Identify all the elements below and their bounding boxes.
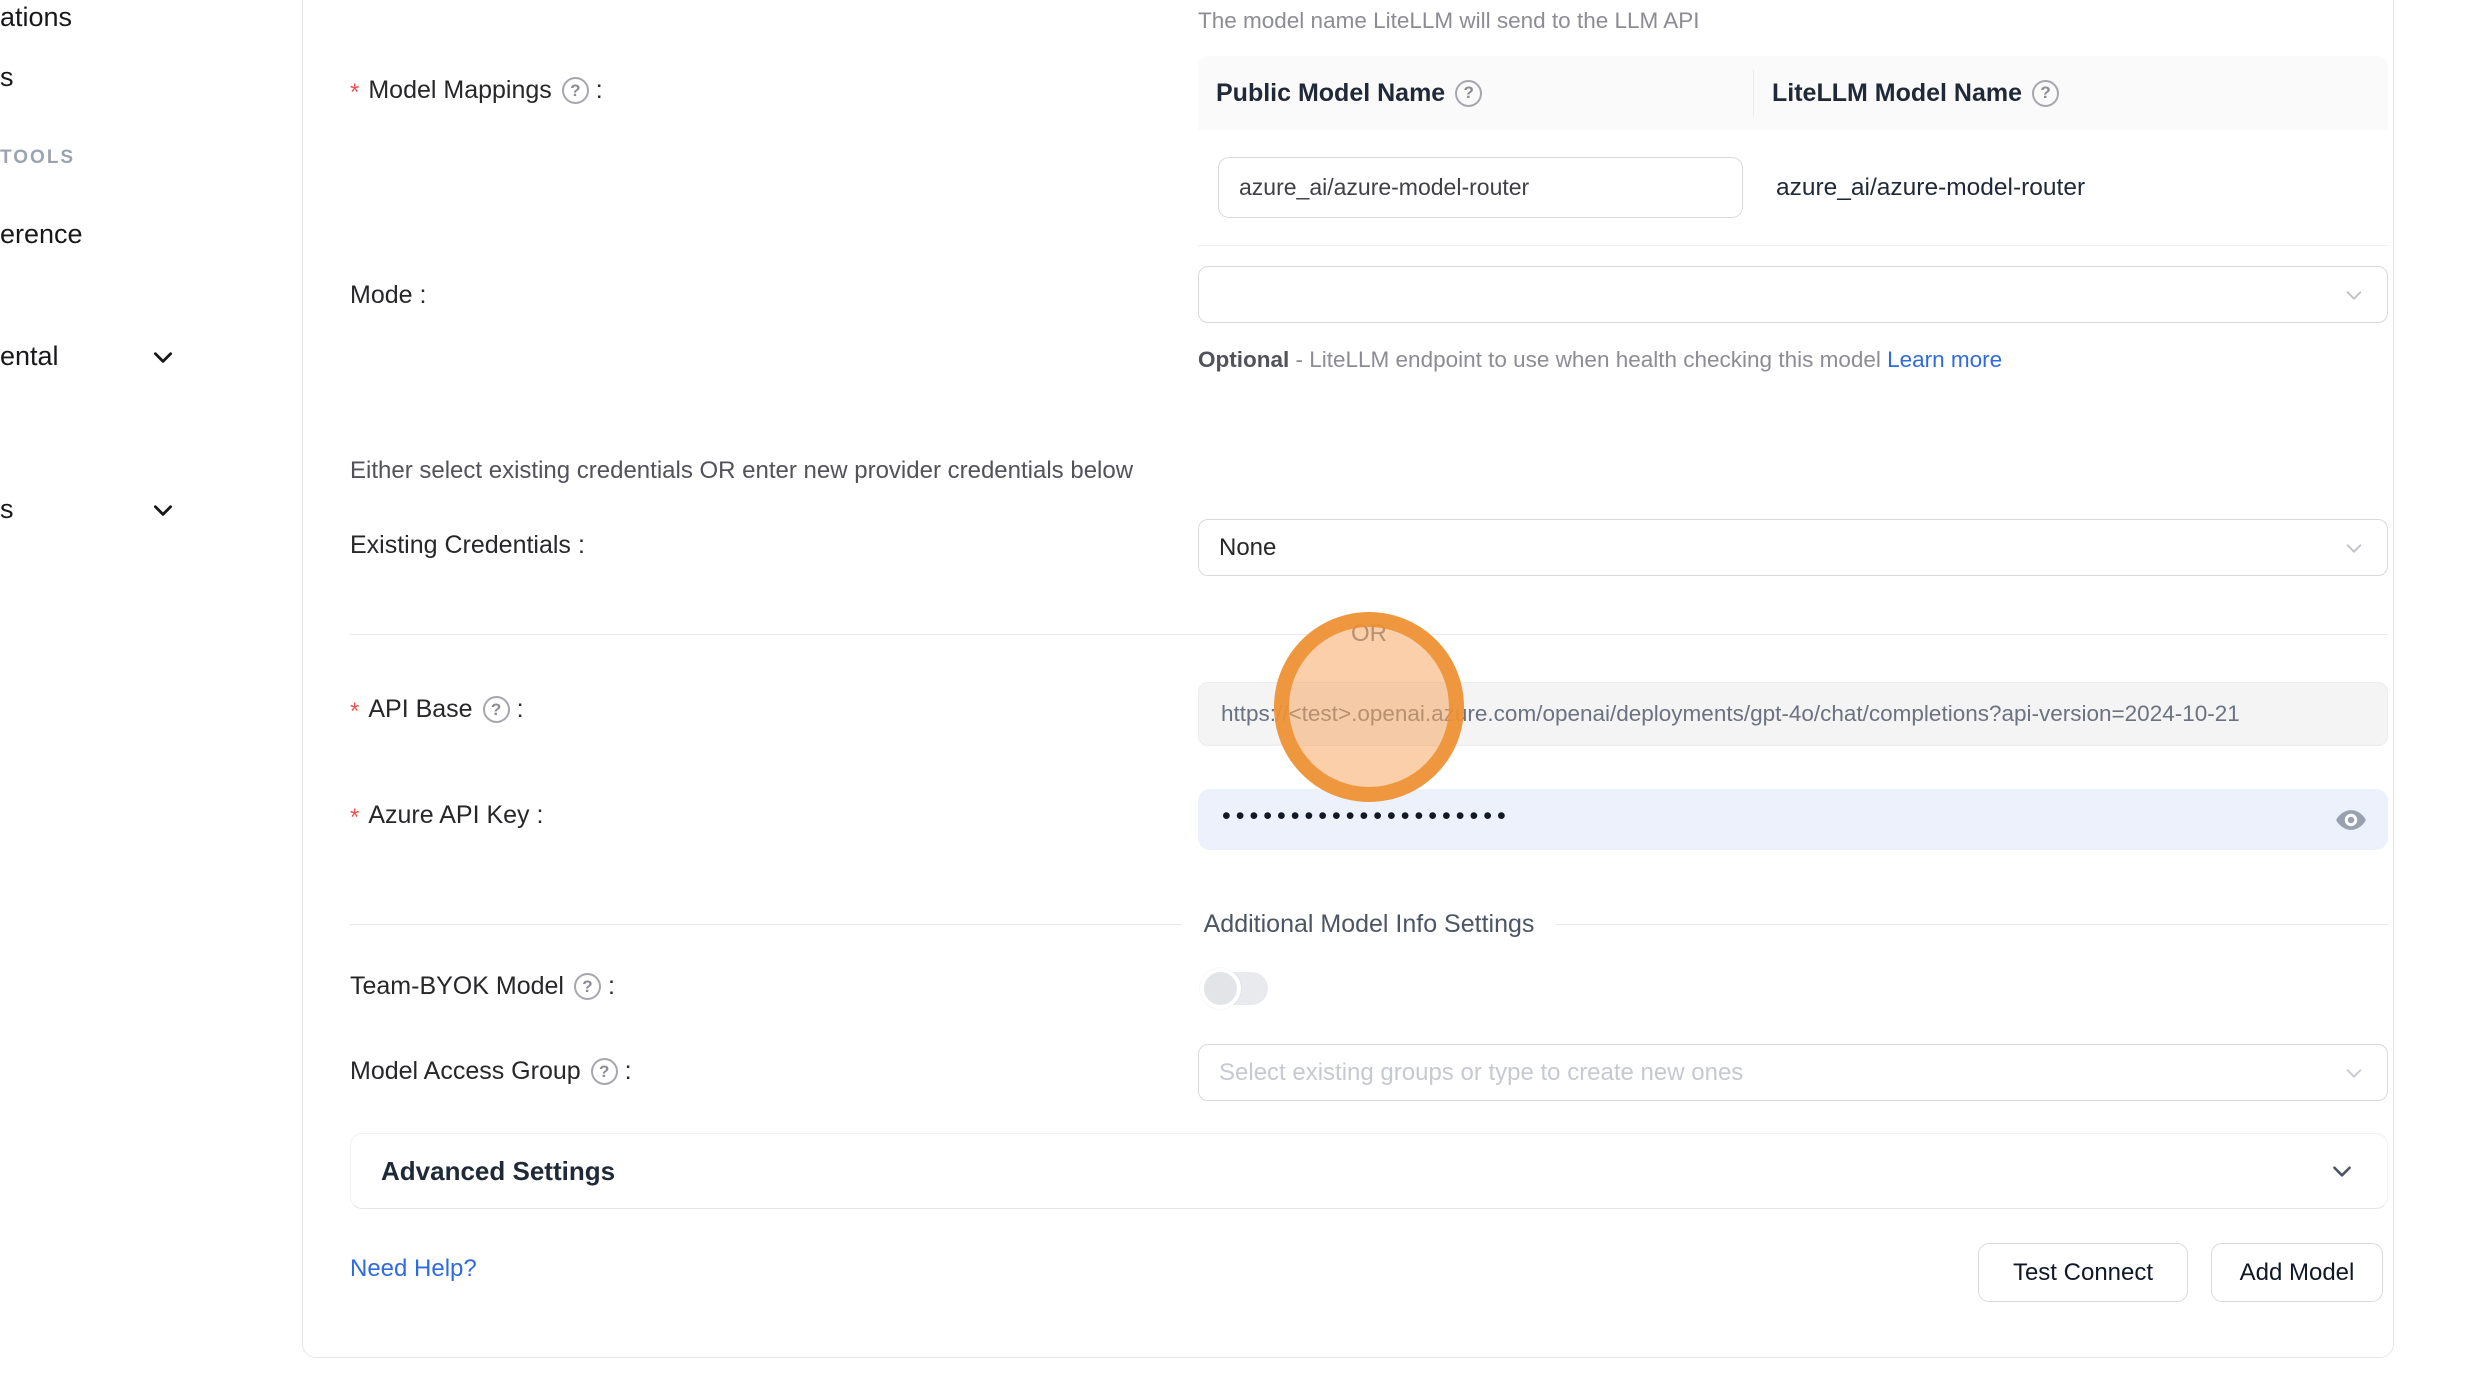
existing-credentials-value: None xyxy=(1219,534,1276,562)
azure-api-key-label: * Azure API Key : xyxy=(350,801,544,830)
learn-more-link[interactable]: Learn more xyxy=(1887,347,2002,372)
additional-settings-divider: Additional Model Info Settings xyxy=(350,910,2388,939)
help-icon[interactable]: ? xyxy=(574,973,601,1000)
required-mark: * xyxy=(350,698,359,726)
help-icon[interactable]: ? xyxy=(1455,80,1482,107)
or-divider-text: OR xyxy=(1329,620,1409,648)
team-byok-label: Team-BYOK Model ? : xyxy=(350,972,615,1001)
colon: : xyxy=(517,695,524,724)
colon: : xyxy=(608,972,615,1001)
model-mappings-table-header: Public Model Name ? LiteLLM Model Name ? xyxy=(1198,56,2388,130)
help-icon[interactable]: ? xyxy=(591,1058,618,1085)
mode-helper-body: - LiteLLM endpoint to use when health ch… xyxy=(1289,347,1887,372)
team-byok-toggle[interactable] xyxy=(1204,972,1268,1005)
required-mark: * xyxy=(350,804,359,832)
mode-label: Mode : xyxy=(350,281,427,310)
existing-credentials-select[interactable]: None xyxy=(1198,519,2388,576)
model-mappings-label: * Model Mappings ? : xyxy=(350,76,603,105)
api-base-input[interactable]: https://<test>.openai.azure.com/openai/d… xyxy=(1198,682,2388,746)
model-access-group-placeholder: Select existing groups or type to create… xyxy=(1219,1059,1743,1087)
chevron-down-icon xyxy=(2343,537,2365,559)
colon: : xyxy=(420,281,427,310)
model-access-group-label-text: Model Access Group xyxy=(350,1057,581,1086)
mode-helper-text: Optional - LiteLLM endpoint to use when … xyxy=(1198,340,2033,379)
model-mappings-table: Public Model Name ? LiteLLM Model Name ?… xyxy=(1198,56,2388,246)
test-connect-button[interactable]: Test Connect xyxy=(1978,1243,2188,1302)
chevron-down-icon[interactable] xyxy=(150,344,176,370)
model-mappings-label-text: Model Mappings xyxy=(368,76,551,105)
model-access-group-select[interactable]: Select existing groups or type to create… xyxy=(1198,1044,2388,1101)
or-divider: OR xyxy=(350,620,2388,648)
public-model-name-header-text: Public Model Name xyxy=(1216,79,1445,108)
chevron-down-icon[interactable] xyxy=(150,497,176,523)
mode-select[interactable] xyxy=(1198,266,2388,323)
help-icon[interactable]: ? xyxy=(2032,80,2059,107)
litellm-model-name-header: LiteLLM Model Name ? xyxy=(1754,79,2388,108)
eye-icon[interactable] xyxy=(2334,803,2368,837)
team-byok-label-text: Team-BYOK Model xyxy=(350,972,564,1001)
public-model-name-header: Public Model Name ? xyxy=(1198,70,1754,116)
sidebar-section-tools: TOOLS xyxy=(0,147,75,169)
add-model-page: ations s TOOLS erence ental s The model … xyxy=(0,0,2477,1385)
need-help-link[interactable]: Need Help? xyxy=(350,1255,477,1283)
mode-helper-prefix: Optional xyxy=(1198,347,1289,372)
api-base-label: * API Base ? : xyxy=(350,695,524,724)
colon: : xyxy=(625,1057,632,1086)
required-mark: * xyxy=(350,79,359,107)
credentials-note: Either select existing credentials OR en… xyxy=(350,457,1133,485)
colon: : xyxy=(596,76,603,105)
divider-line xyxy=(1409,634,2388,635)
advanced-settings-title: Advanced Settings xyxy=(381,1156,615,1187)
add-model-button[interactable]: Add Model xyxy=(2211,1243,2383,1302)
sidebar-item[interactable]: s xyxy=(0,62,14,93)
model-name-hint: The model name LiteLLM will send to the … xyxy=(1198,8,1700,34)
chevron-down-icon xyxy=(2329,1158,2355,1184)
toggle-knob xyxy=(1200,968,1241,1009)
divider-line xyxy=(350,924,1182,925)
existing-credentials-label-text: Existing Credentials xyxy=(350,531,571,560)
chevron-down-icon xyxy=(2343,284,2365,306)
additional-settings-divider-text: Additional Model Info Settings xyxy=(1182,910,1557,939)
model-access-group-label: Model Access Group ? : xyxy=(350,1057,632,1086)
divider-line xyxy=(1556,924,2388,925)
chevron-down-icon xyxy=(2343,1062,2365,1084)
azure-api-key-input[interactable]: ••••••••••••••••••••• xyxy=(1198,789,2388,850)
public-model-name-input[interactable] xyxy=(1218,157,1743,218)
sidebar-item-api-reference[interactable]: erence xyxy=(0,219,83,250)
colon: : xyxy=(537,801,544,830)
table-row: azure_ai/azure-model-router xyxy=(1198,130,2388,246)
colon: : xyxy=(578,531,585,560)
sidebar-item-settings[interactable]: s xyxy=(0,494,14,525)
sidebar-item-experimental[interactable]: ental xyxy=(0,341,59,372)
help-icon[interactable]: ? xyxy=(483,696,510,723)
masked-api-key: ••••••••••••••••••••• xyxy=(1222,802,1511,831)
azure-api-key-label-text: Azure API Key xyxy=(368,801,529,830)
advanced-settings-panel[interactable]: Advanced Settings xyxy=(350,1133,2388,1209)
mode-label-text: Mode xyxy=(350,281,413,310)
litellm-model-name-value: azure_ai/azure-model-router xyxy=(1743,174,2085,202)
sidebar-item-organizations[interactable]: ations xyxy=(0,2,72,33)
existing-credentials-label: Existing Credentials : xyxy=(350,531,585,560)
litellm-model-name-header-text: LiteLLM Model Name xyxy=(1772,79,2022,108)
api-base-label-text: API Base xyxy=(368,695,472,724)
divider-line xyxy=(350,634,1329,635)
help-icon[interactable]: ? xyxy=(562,77,589,104)
